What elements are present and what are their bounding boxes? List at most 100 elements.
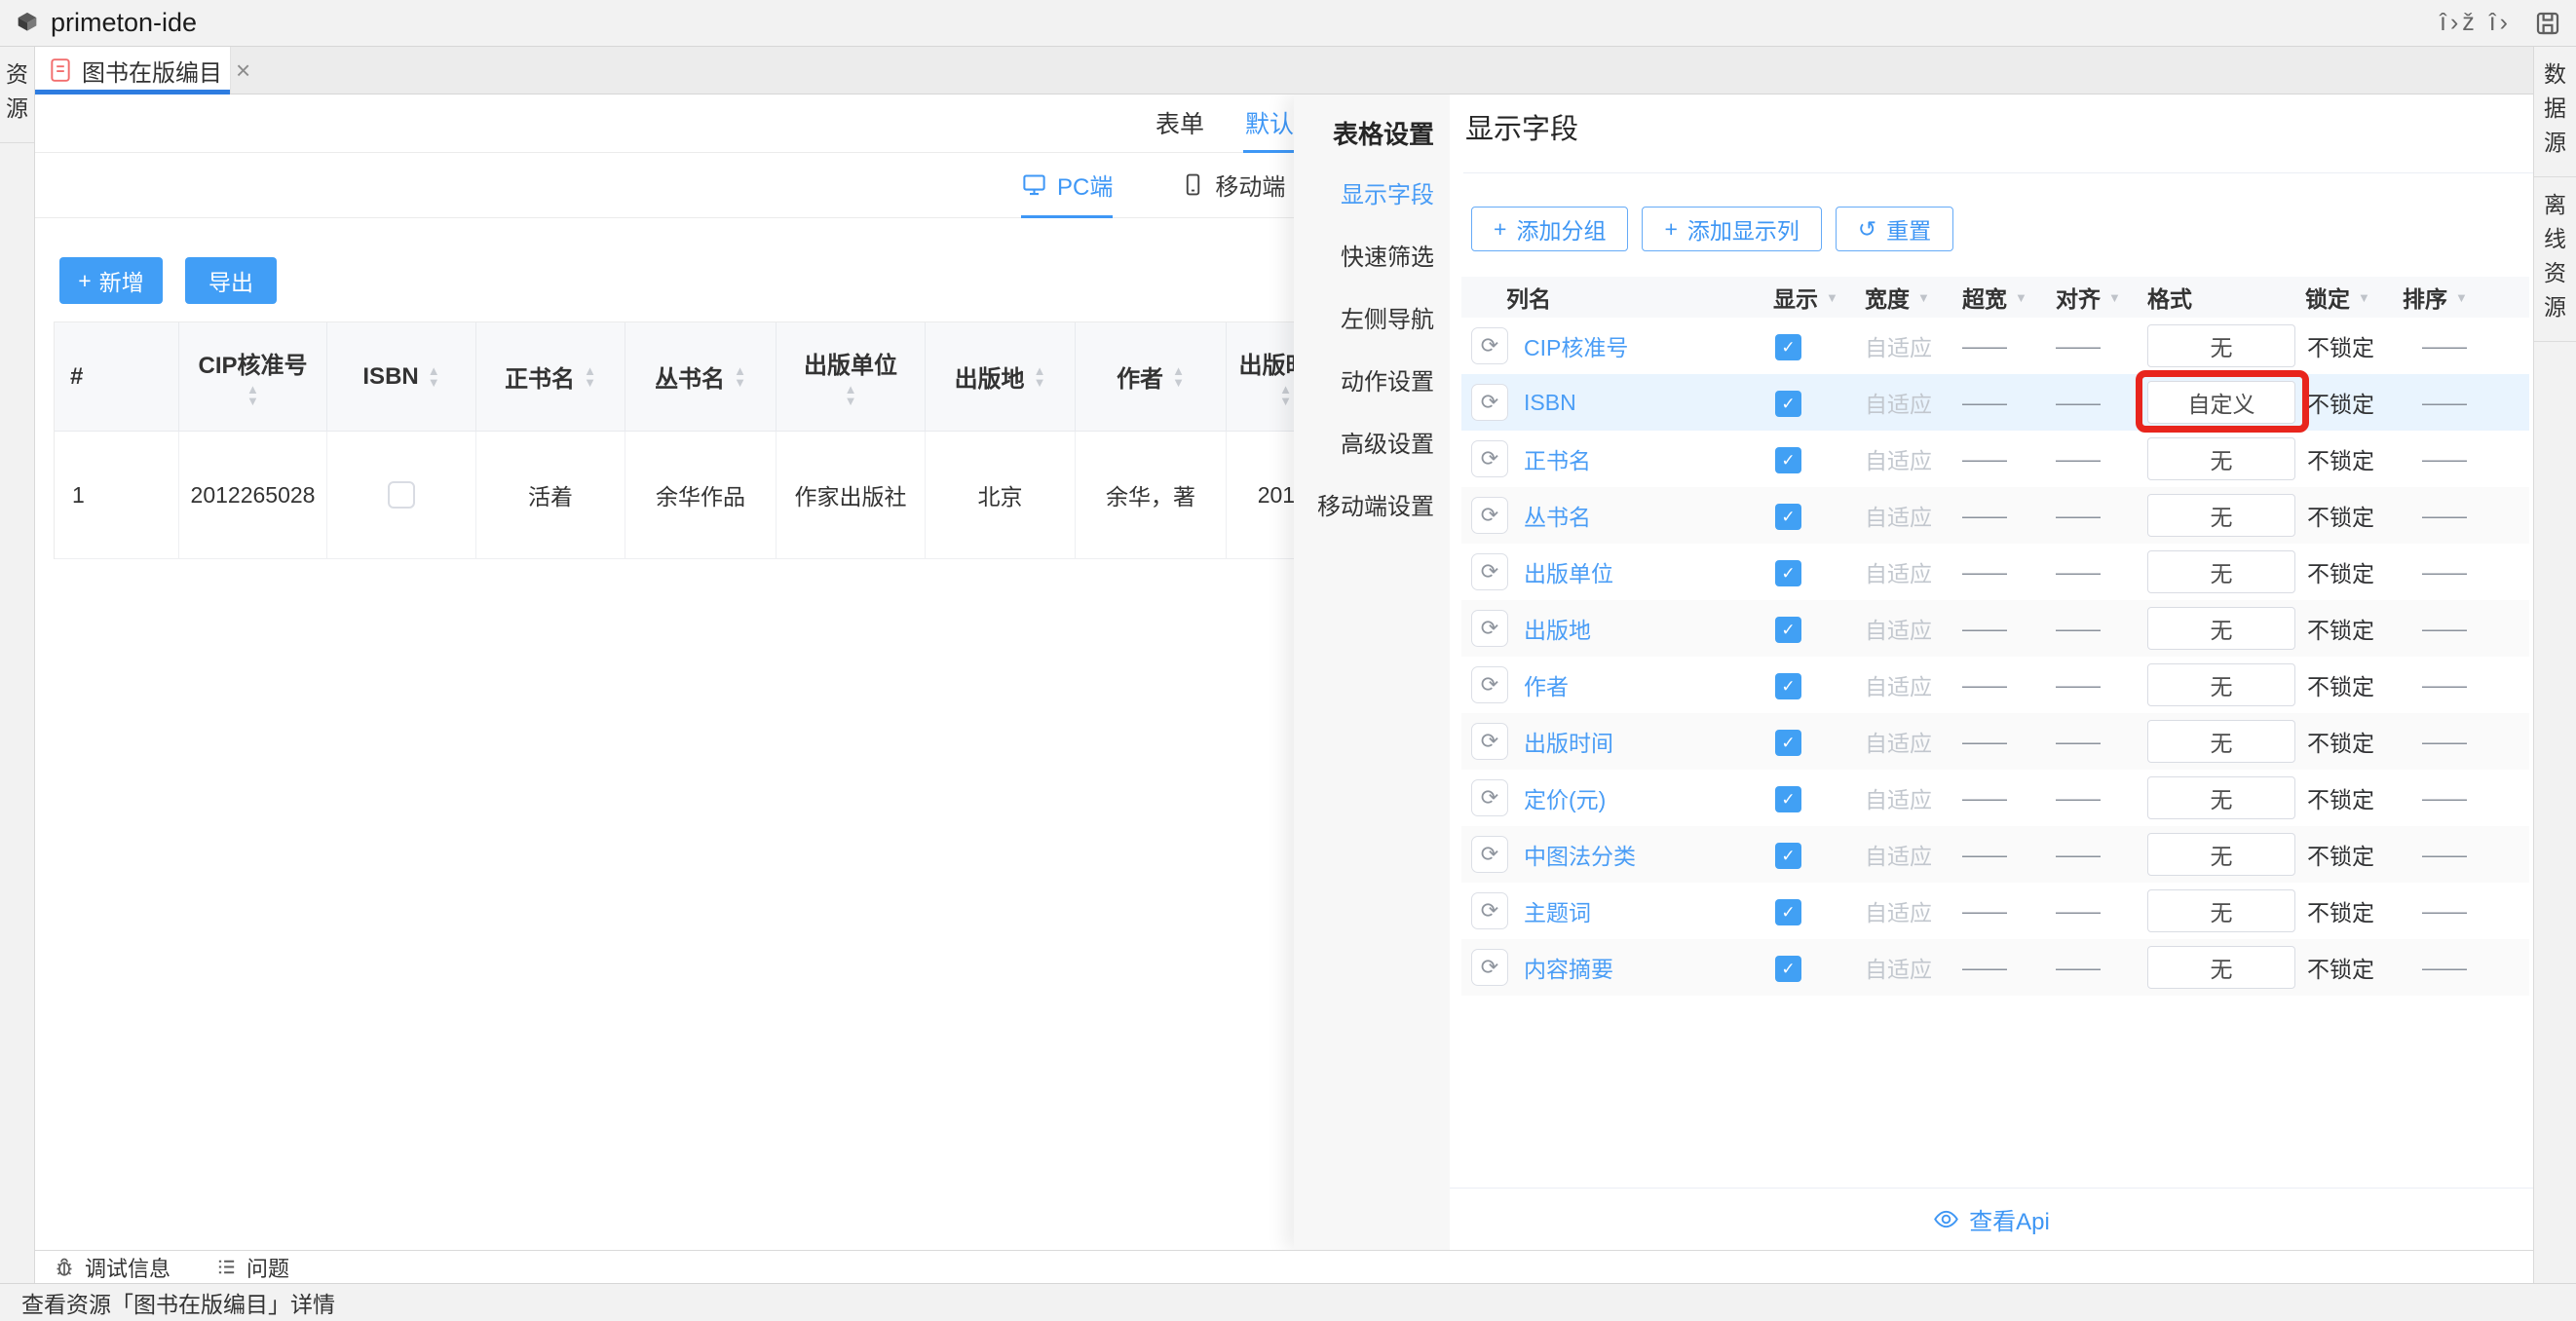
sort-carets-icon[interactable]: ▲▼ [845, 384, 857, 407]
align-value[interactable]: —— [2056, 559, 2147, 585]
add-group-button[interactable]: + 添加分组 [1471, 207, 1628, 251]
show-checkbox[interactable]: ✓ [1775, 843, 1801, 869]
align-value[interactable]: —— [2056, 446, 2147, 472]
sort-carets-icon[interactable]: ▲▼ [1172, 365, 1185, 389]
table-row[interactable]: 12012265028活着余华作品作家出版社北京余华，著2012. [55, 432, 1345, 559]
sort-value[interactable]: —— [2403, 333, 2529, 359]
sort-value[interactable]: —— [2403, 503, 2529, 529]
sort-value[interactable]: —— [2403, 446, 2529, 472]
lock-value[interactable]: 不锁定 [2305, 386, 2403, 419]
lock-value[interactable]: 不锁定 [2305, 612, 2403, 645]
sort-value[interactable]: —— [2403, 785, 2529, 811]
show-checkbox[interactable]: ✓ [1775, 730, 1801, 756]
width-value[interactable]: 自适应 [1865, 781, 1962, 814]
align-value[interactable]: —— [2056, 333, 2147, 359]
width-value[interactable]: 自适应 [1865, 555, 1962, 588]
sort-carets-icon[interactable]: ▲▼ [428, 365, 440, 389]
lock-value[interactable]: 不锁定 [2305, 329, 2403, 362]
overwidth-value[interactable]: —— [1962, 559, 2056, 585]
sort-value[interactable]: —— [2403, 842, 2529, 868]
export-button[interactable]: 导出 [185, 257, 277, 304]
width-value[interactable]: 自适应 [1865, 951, 1962, 984]
sync-icon[interactable]: ⟳ [1471, 553, 1508, 590]
format-button[interactable]: 无 [2147, 494, 2295, 537]
align-value[interactable]: —— [2056, 672, 2147, 698]
lock-value[interactable]: 不锁定 [2305, 951, 2403, 984]
lock-value[interactable]: 不锁定 [2305, 894, 2403, 927]
align-value[interactable]: —— [2056, 842, 2147, 868]
sync-icon[interactable]: ⟳ [1471, 723, 1508, 760]
field-name-link[interactable]: 主题词 [1524, 900, 1591, 925]
overwidth-value[interactable]: —— [1962, 616, 2056, 642]
field-name-link[interactable]: 定价(元) [1524, 787, 1606, 812]
lock-value[interactable]: 不锁定 [2305, 499, 2403, 532]
settings-menu-advanced-settings[interactable]: 高级设置 [1294, 410, 1450, 472]
settings-menu-mobile-settings[interactable]: 移动端设置 [1294, 472, 1450, 535]
sync-icon[interactable]: ⟳ [1471, 327, 1508, 364]
format-button[interactable]: 无 [2147, 550, 2295, 593]
lock-value[interactable]: 不锁定 [2305, 725, 2403, 758]
show-checkbox[interactable]: ✓ [1775, 560, 1801, 586]
lock-value[interactable]: 不锁定 [2305, 555, 2403, 588]
field-name-link[interactable]: 正书名 [1524, 448, 1591, 473]
tab-close-icon[interactable]: × [236, 56, 250, 86]
overwidth-value[interactable]: —— [1962, 898, 2056, 925]
overwidth-value[interactable]: —— [1962, 785, 2056, 811]
editor-tab-book-catalog[interactable]: 图书在版编目 × [35, 47, 231, 94]
width-value[interactable]: 自适应 [1865, 894, 1962, 927]
dropdown-caret-icon[interactable]: ▼ [2015, 290, 2027, 305]
format-button[interactable]: 无 [2147, 663, 2295, 706]
field-name-link[interactable]: 出版单位 [1524, 561, 1613, 586]
sync-icon[interactable]: ⟳ [1471, 440, 1508, 477]
show-checkbox[interactable]: ✓ [1775, 334, 1801, 360]
align-value[interactable]: —— [2056, 390, 2147, 416]
sync-icon[interactable]: ⟳ [1471, 892, 1508, 929]
format-button[interactable]: 无 [2147, 720, 2295, 763]
sort-value[interactable]: —— [2403, 955, 2529, 981]
lock-value[interactable]: 不锁定 [2305, 838, 2403, 871]
width-value[interactable]: 自适应 [1865, 725, 1962, 758]
format-button[interactable]: 无 [2147, 324, 2295, 367]
format-button[interactable]: 无 [2147, 833, 2295, 876]
overwidth-value[interactable]: —— [1962, 729, 2056, 755]
width-value[interactable]: 自适应 [1865, 442, 1962, 475]
sort-value[interactable]: —— [2403, 559, 2529, 585]
field-name-link[interactable]: 出版地 [1524, 618, 1591, 643]
show-checkbox[interactable]: ✓ [1775, 504, 1801, 530]
dropdown-caret-icon[interactable]: ▼ [2108, 290, 2121, 305]
rail-item-resources[interactable]: 资源 [0, 47, 34, 143]
sync-icon[interactable]: ⟳ [1471, 779, 1508, 816]
align-value[interactable]: —— [2056, 955, 2147, 981]
width-value[interactable]: 自适应 [1865, 329, 1962, 362]
width-value[interactable]: 自适应 [1865, 838, 1962, 871]
format-button[interactable]: 无 [2147, 776, 2295, 819]
dropdown-caret-icon[interactable]: ▼ [1826, 290, 1838, 305]
titlebar-glyph-icons[interactable]: î›ž î› [2440, 9, 2512, 37]
lock-value[interactable]: 不锁定 [2305, 442, 2403, 475]
overwidth-value[interactable]: —— [1962, 503, 2056, 529]
sync-icon[interactable]: ⟳ [1471, 949, 1508, 986]
sort-carets-icon[interactable]: ▲▼ [1279, 384, 1292, 407]
align-value[interactable]: —— [2056, 503, 2147, 529]
dropdown-caret-icon[interactable]: ▼ [1917, 290, 1930, 305]
overwidth-value[interactable]: —— [1962, 955, 2056, 981]
sort-value[interactable]: —— [2403, 390, 2529, 416]
format-button[interactable]: 无 [2147, 437, 2295, 480]
reset-button[interactable]: ↺ 重置 [1836, 207, 1953, 251]
sort-value[interactable]: —— [2403, 898, 2529, 925]
sort-value[interactable]: —— [2403, 616, 2529, 642]
align-value[interactable]: —— [2056, 616, 2147, 642]
format-button[interactable]: 无 [2147, 889, 2295, 932]
field-name-link[interactable]: 出版时间 [1524, 731, 1613, 756]
align-value[interactable]: —— [2056, 729, 2147, 755]
save-icon[interactable] [2533, 9, 2562, 38]
sync-icon[interactable]: ⟳ [1471, 497, 1508, 534]
field-name-link[interactable]: 丛书名 [1524, 505, 1591, 530]
show-checkbox[interactable]: ✓ [1775, 673, 1801, 699]
tab-pc[interactable]: PC端 [1021, 153, 1113, 218]
width-value[interactable]: 自适应 [1865, 499, 1962, 532]
sync-icon[interactable]: ⟳ [1471, 610, 1508, 647]
new-button[interactable]: + 新增 [59, 257, 163, 304]
field-name-link[interactable]: CIP核准号 [1524, 335, 1628, 360]
row-checkbox[interactable] [388, 481, 415, 509]
